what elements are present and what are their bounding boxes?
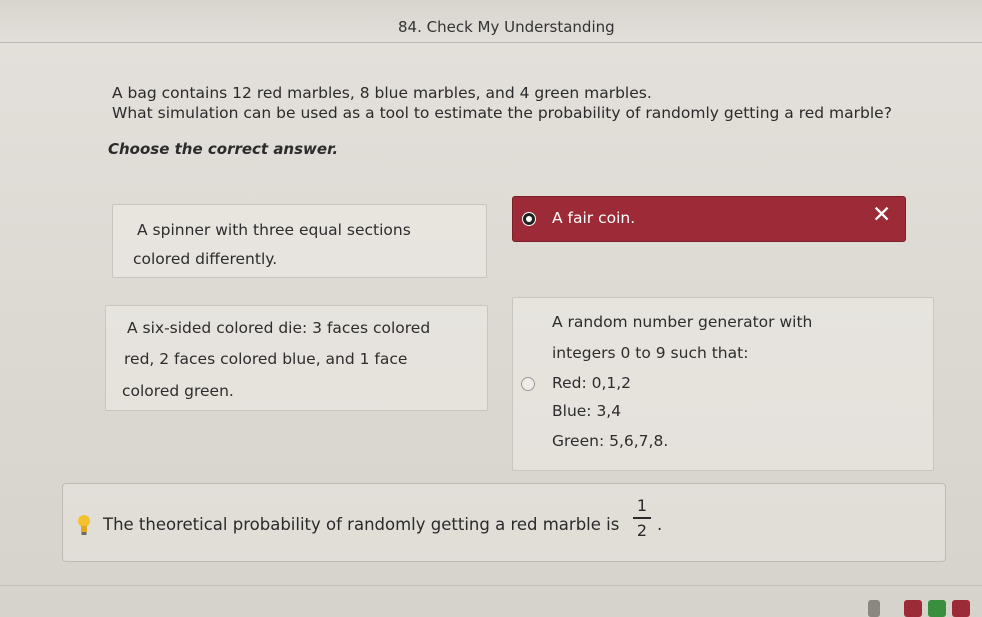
- feedback-box: The theoretical probability of randomly …: [62, 483, 946, 562]
- fraction-bar: [633, 517, 651, 519]
- feedback-text: The theoretical probability of randomly …: [103, 515, 620, 534]
- instruction-text: Choose the correct answer.: [108, 140, 339, 158]
- navigation-icons[interactable]: [868, 600, 982, 617]
- option-label-line: Red: 0,1,2: [552, 374, 632, 392]
- option-label-line: colored green.: [122, 382, 234, 400]
- fraction-denominator: 2: [636, 520, 648, 540]
- page-title: 84. Check My Understanding: [398, 18, 615, 36]
- radio-selected-icon[interactable]: [522, 212, 536, 226]
- incorrect-x-icon: ✕: [872, 202, 892, 228]
- lightbulb-icon: [78, 515, 90, 535]
- feedback-period: .: [657, 515, 663, 534]
- option-label-line: colored differently.: [133, 250, 278, 268]
- correct-status-icon[interactable]: [928, 600, 946, 617]
- incorrect-status-icon[interactable]: [952, 600, 970, 617]
- option-label-line: A fair coin.: [552, 209, 636, 227]
- footer-divider: [0, 585, 982, 586]
- fraction-numerator: 1: [636, 496, 648, 515]
- option-label-line: Green: 5,6,7,8.: [552, 432, 669, 450]
- question-text-line-2: What simulation can be used as a tool to…: [112, 104, 892, 122]
- answer-option-random-number-generator[interactable]: A random number generator with integers …: [512, 297, 934, 471]
- page-indicator-icon[interactable]: [868, 600, 880, 617]
- incorrect-status-icon[interactable]: [904, 600, 922, 617]
- answer-option-spinner[interactable]: A spinner with three equal sections colo…: [112, 204, 487, 278]
- answer-option-colored-die[interactable]: A six-sided colored die: 3 faces colored…: [105, 305, 488, 411]
- option-label-line: A spinner with three equal sections: [137, 221, 411, 239]
- option-label-line: A six-sided colored die: 3 faces colored: [127, 319, 431, 337]
- option-label-line: integers 0 to 9 such that:: [552, 344, 749, 362]
- radio-unselected-icon[interactable]: [521, 377, 535, 391]
- probability-fraction: 1 2: [633, 496, 651, 540]
- answer-option-fair-coin[interactable]: A fair coin. ✕: [512, 196, 906, 242]
- option-label-line: A random number generator with: [552, 313, 813, 331]
- option-label-line: red, 2 faces colored blue, and 1 face: [124, 350, 408, 368]
- option-label-line: Blue: 3,4: [552, 402, 622, 420]
- question-text-line-1: A bag contains 12 red marbles, 8 blue ma…: [112, 84, 652, 102]
